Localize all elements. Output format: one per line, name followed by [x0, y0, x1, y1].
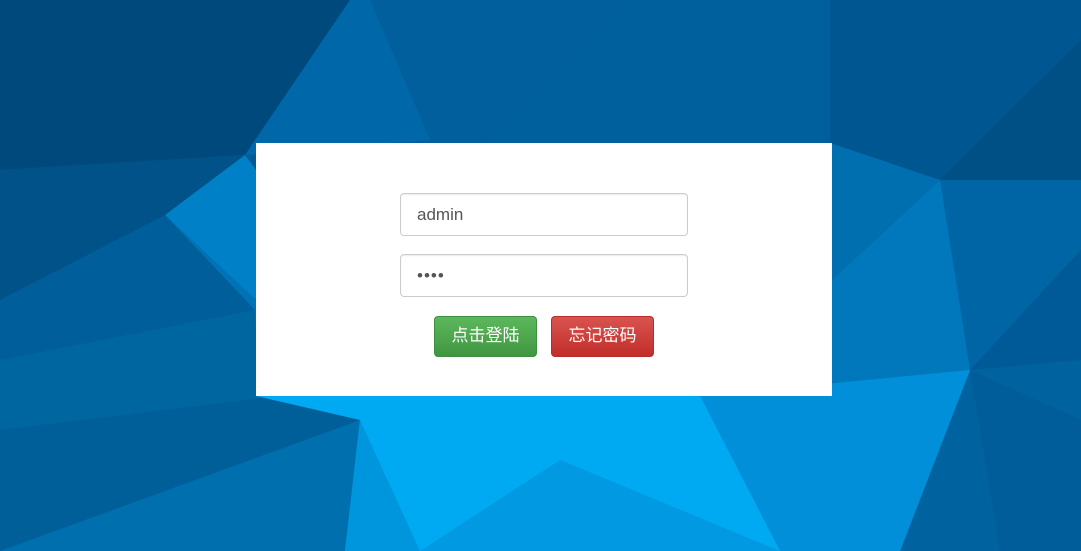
login-button[interactable]: 点击登陆	[434, 316, 537, 357]
login-panel: 点击登陆 忘记密码	[256, 143, 832, 396]
username-input[interactable]	[400, 193, 688, 236]
forgot-password-button[interactable]: 忘记密码	[551, 316, 654, 357]
password-input[interactable]	[400, 254, 688, 297]
